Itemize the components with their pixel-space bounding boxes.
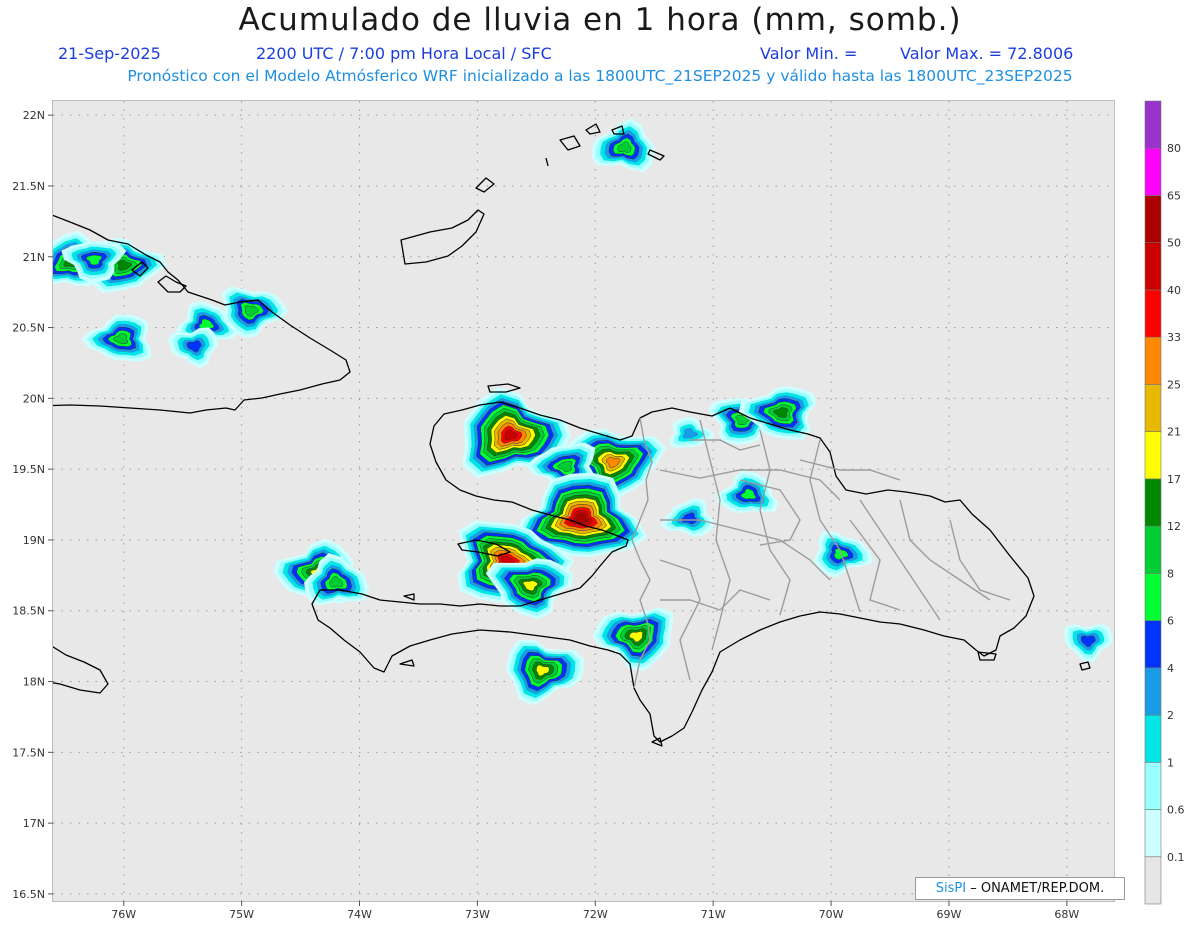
credit-text: ONAMET/REP.DOM. (980, 881, 1105, 896)
colorbar-segment (1144, 431, 1162, 480)
colorbar-label: 12 (1167, 520, 1181, 533)
colorbar-label: 21 (1167, 426, 1181, 439)
colorbar-segment (1144, 147, 1162, 196)
colorbar-label: 8 (1167, 567, 1174, 580)
lat-label: 18.5N (12, 605, 45, 618)
lon-label: 75W (229, 908, 254, 921)
credit-box: SisPI – ONAMET/REP.DOM. (915, 877, 1125, 900)
colorbar-segment (1144, 100, 1162, 149)
colorbar-segment (1144, 336, 1162, 385)
lon-label: 72W (583, 908, 608, 921)
colorbar-segment (1144, 620, 1162, 669)
lat-label: 18N (23, 676, 45, 689)
colorbar-segment (1144, 384, 1162, 432)
lon-label: 69W (937, 908, 962, 921)
colorbar-segment (1144, 809, 1162, 858)
colorbar-label: 17 (1167, 473, 1181, 486)
lon-label: 74W (347, 908, 372, 921)
lat-label: 22N (23, 109, 45, 122)
lat-label: 19.5N (12, 463, 45, 476)
colorbar-label: 40 (1167, 284, 1181, 297)
colorbar-label: 1 (1167, 756, 1174, 769)
colorbar-label: 0.1 (1167, 851, 1185, 864)
colorbar-segment (1144, 761, 1162, 810)
colorbar-segment (1144, 667, 1162, 716)
lat-label: 17N (23, 817, 45, 830)
lon-label: 71W (701, 908, 726, 921)
colorbar-label: 6 (1167, 615, 1174, 628)
colorbar-label: 80 (1167, 142, 1181, 155)
colorbar-label: 65 (1167, 189, 1181, 202)
lat-label: 17.5N (12, 746, 45, 759)
lon-label: 68W (1054, 908, 1079, 921)
colorbar-segment (1144, 195, 1162, 244)
rainfall-map: 22N 21.5N 21N 20.5N 20N 19.5N 19N 18.5N 18N 17.5N… (12, 100, 1185, 921)
colorbar-label: 4 (1167, 662, 1174, 675)
lat-label: 19N (23, 534, 45, 547)
lon-label: 76W (111, 908, 136, 921)
lat-label: 20N (23, 392, 45, 405)
colorbar-segment (1144, 242, 1162, 291)
lat-label: 16.5N (12, 888, 45, 901)
colorbar-label: 2 (1167, 709, 1174, 722)
colorbar-segment (1144, 856, 1162, 905)
colorbar-segment (1144, 714, 1162, 763)
lon-label: 73W (465, 908, 490, 921)
colorbar-segment (1144, 525, 1162, 574)
lat-label: 21N (23, 251, 45, 264)
colorbar-label: 25 (1167, 378, 1181, 391)
colorbar-segment (1144, 289, 1162, 338)
sispi-logo: SisPI (935, 881, 967, 896)
lat-label: 20.5N (12, 322, 45, 335)
colorbar-segment (1144, 478, 1162, 527)
colorbar: 0.10.612468121721253340506580 (1144, 100, 1185, 905)
colorbar-label: 50 (1167, 237, 1181, 250)
colorbar-segment (1144, 573, 1162, 621)
colorbar-label: 0.6 (1167, 804, 1185, 817)
lat-label: 21.5N (12, 180, 45, 193)
lon-label: 70W (819, 908, 844, 921)
colorbar-label: 33 (1167, 331, 1181, 344)
